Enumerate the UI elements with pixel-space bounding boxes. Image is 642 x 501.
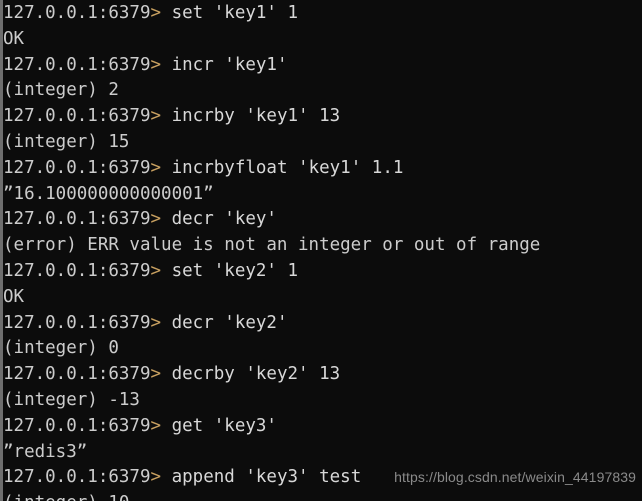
- prompt-host-port: 127.0.0.1:6379: [3, 364, 151, 385]
- prompt-host-port: 127.0.0.1:6379: [3, 209, 151, 230]
- prompt-caret-icon: >: [150, 54, 162, 75]
- terminal-line: 127.0.0.1:6379> decr 'key2': [3, 311, 642, 337]
- terminal-output: (integer) 2: [3, 80, 119, 101]
- prompt-host-port: 127.0.0.1:6379: [3, 260, 151, 281]
- terminal-line: ”redis3”: [3, 440, 642, 466]
- terminal-command: get 'key3': [161, 415, 277, 436]
- prompt-caret-icon: >: [150, 260, 162, 281]
- prompt-caret-icon: >: [150, 106, 162, 127]
- prompt-caret-icon: >: [150, 467, 162, 488]
- terminal-output: OK: [3, 286, 25, 307]
- watermark-url: https://blog.csdn.net/weixin_44197839: [394, 469, 636, 486]
- terminal-prompt: 127.0.0.1:6379>: [3, 416, 161, 436]
- terminal-line: (integer) 2: [3, 78, 642, 104]
- terminal-line: OK: [3, 285, 642, 311]
- prompt-host-port: 127.0.0.1:6379: [3, 106, 151, 127]
- terminal-output-area[interactable]: 127.0.0.1:6379> set 'key1' 1 OK 127.0.0.1:…: [3, 1, 642, 501]
- terminal-line: 127.0.0.1:6379> set 'key1' 1: [3, 1, 642, 27]
- terminal-output: OK: [3, 28, 25, 49]
- prompt-caret-icon: >: [150, 415, 162, 436]
- terminal-command: set 'key2' 1: [161, 260, 299, 281]
- terminal-command: append 'key3' test: [161, 467, 362, 488]
- terminal-line: (integer) 10: [3, 491, 642, 501]
- terminal-line: (integer) 15: [3, 130, 642, 156]
- terminal-command: incrby 'key1' 13: [161, 106, 341, 127]
- terminal-command: decr 'key': [161, 209, 277, 230]
- prompt-host-port: 127.0.0.1:6379: [3, 467, 151, 488]
- prompt-caret-icon: >: [150, 157, 162, 178]
- terminal-command: incr 'key1': [161, 54, 288, 75]
- terminal-line: (integer) -13: [3, 388, 642, 414]
- terminal-line: 127.0.0.1:6379> incrbyfloat 'key1' 1.1: [3, 156, 642, 182]
- prompt-host-port: 127.0.0.1:6379: [3, 3, 151, 23]
- terminal-prompt: 127.0.0.1:6379>: [3, 467, 161, 487]
- prompt-caret-icon: >: [150, 209, 162, 230]
- prompt-host-port: 127.0.0.1:6379: [3, 312, 151, 333]
- terminal-output: ”16.100000000000001”: [3, 183, 214, 204]
- terminal-prompt: 127.0.0.1:6379>: [3, 209, 161, 229]
- terminal-prompt: 127.0.0.1:6379>: [3, 158, 161, 178]
- terminal-command: set 'key1' 1: [161, 3, 299, 23]
- terminal-window[interactable]: 127.0.0.1:6379> set 'key1' 1 OK 127.0.0.1:…: [0, 0, 642, 501]
- prompt-caret-icon: >: [150, 3, 162, 23]
- terminal-prompt: 127.0.0.1:6379>: [3, 106, 161, 126]
- terminal-line: 127.0.0.1:6379> set 'key2' 1: [3, 259, 642, 285]
- terminal-command: decr 'key2': [161, 312, 288, 333]
- prompt-caret-icon: >: [150, 312, 162, 333]
- terminal-command: incrbyfloat 'key1' 1.1: [161, 157, 404, 178]
- terminal-prompt: 127.0.0.1:6379>: [3, 313, 161, 333]
- terminal-error-output: (error) ERR value is not an integer or o…: [3, 235, 541, 256]
- terminal-line: 127.0.0.1:6379> incrby 'key1' 13: [3, 104, 642, 130]
- terminal-output: ”redis3”: [3, 441, 88, 462]
- terminal-output: (integer) 15: [3, 131, 130, 152]
- terminal-line: 127.0.0.1:6379> decr 'key': [3, 207, 642, 233]
- terminal-line: 127.0.0.1:6379> get 'key3': [3, 414, 642, 440]
- terminal-prompt: 127.0.0.1:6379>: [3, 3, 161, 23]
- terminal-line: OK: [3, 27, 642, 53]
- terminal-output: (integer) -13: [3, 389, 140, 410]
- terminal-prompt: 127.0.0.1:6379>: [3, 55, 161, 75]
- prompt-host-port: 127.0.0.1:6379: [3, 415, 151, 436]
- terminal-line: 127.0.0.1:6379> decrby 'key2' 13: [3, 362, 642, 388]
- terminal-line: 127.0.0.1:6379> incr 'key1': [3, 53, 642, 79]
- prompt-host-port: 127.0.0.1:6379: [3, 54, 151, 75]
- terminal-prompt: 127.0.0.1:6379>: [3, 261, 161, 281]
- terminal-prompt: 127.0.0.1:6379>: [3, 364, 161, 384]
- terminal-output: (integer) 10: [3, 493, 129, 501]
- terminal-output: (integer) 0: [3, 338, 119, 359]
- prompt-caret-icon: >: [150, 364, 162, 385]
- terminal-line: (integer) 0: [3, 336, 642, 362]
- prompt-host-port: 127.0.0.1:6379: [3, 157, 151, 178]
- terminal-command: decrby 'key2' 13: [161, 364, 341, 385]
- terminal-line: (error) ERR value is not an integer or o…: [3, 233, 642, 259]
- terminal-line: ”16.100000000000001”: [3, 182, 642, 208]
